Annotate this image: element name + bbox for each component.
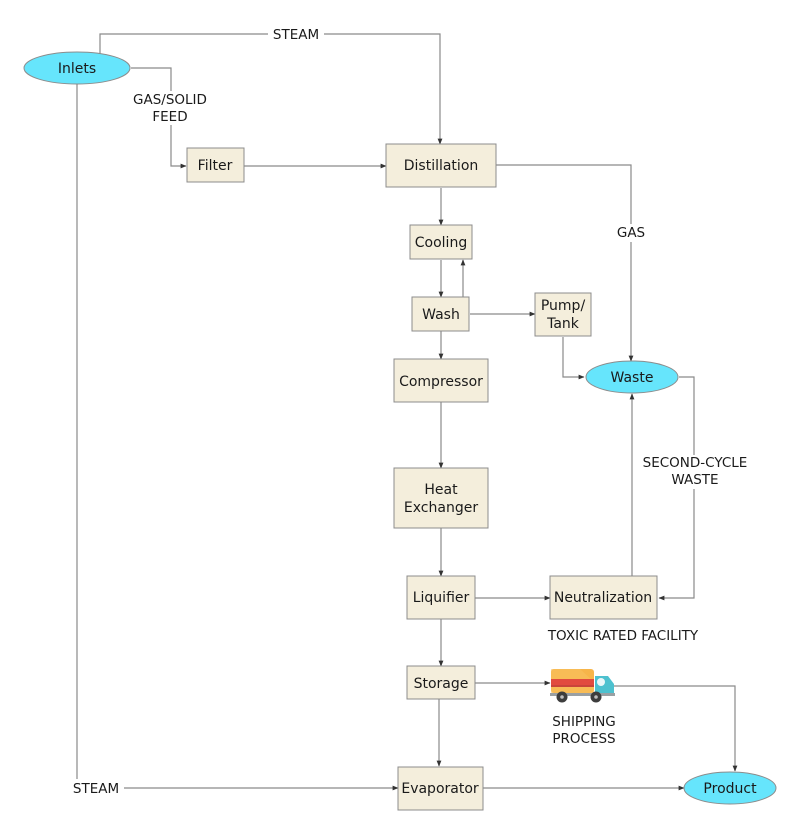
product-label: Product <box>703 781 757 797</box>
node-heat-exchanger[interactable]: Heat Exchanger <box>393 467 489 529</box>
inlets-label: Inlets <box>58 61 96 77</box>
edge-shipping-product <box>614 685 738 772</box>
gas-solid-feed-label-line1: GAS/SOLID <box>133 92 207 108</box>
edge-inlets-evaporator <box>76 84 399 791</box>
gas-solid-feed-label-line2: FEED <box>152 109 187 125</box>
shipping-label-line1: SHIPPING <box>552 714 616 730</box>
second-cycle-label-line2: WASTE <box>671 472 718 488</box>
node-cooling[interactable]: Cooling <box>409 224 473 260</box>
node-product[interactable]: Product <box>683 771 777 805</box>
node-wash[interactable]: Wash <box>411 296 470 332</box>
second-cycle-label-line1: SECOND-CYCLE <box>643 455 748 471</box>
node-neutralization[interactable]: Neutralization <box>549 575 658 620</box>
filter-label: Filter <box>198 158 233 174</box>
node-filter[interactable]: Filter <box>186 147 245 183</box>
heat-exchanger-label-line1: Heat <box>424 482 458 498</box>
heat-exchanger-shape[interactable] <box>393 467 489 529</box>
neutralization-label: Neutralization <box>554 590 652 606</box>
heat-exchanger-label-line2: Exchanger <box>404 500 478 516</box>
pump-tank-label-line1: Pump/ <box>541 298 586 314</box>
distillation-label: Distillation <box>404 158 479 174</box>
node-pump-tank[interactable]: Pump/ Tank <box>534 292 592 337</box>
process-flow-diagram: STEAM GAS/SOLID FEED GAS SECOND-CYCLE WA… <box>23 26 777 811</box>
steam-bottom-label: STEAM <box>73 781 119 797</box>
toxic-rated-facility-label: TOXIC RATED FACILITY <box>547 628 699 644</box>
node-waste[interactable]: Waste <box>585 360 679 394</box>
pump-tank-label-line2: Tank <box>546 316 580 332</box>
shipping-label-line2: PROCESS <box>552 731 615 747</box>
gas-label: GAS <box>617 225 645 241</box>
truck-icon[interactable] <box>550 669 615 703</box>
storage-label: Storage <box>414 676 469 692</box>
wash-label: Wash <box>422 307 460 323</box>
node-storage[interactable]: Storage <box>406 665 476 700</box>
node-compressor[interactable]: Compressor <box>393 358 489 403</box>
compressor-label: Compressor <box>399 374 483 390</box>
evaporator-label: Evaporator <box>401 781 479 797</box>
waste-label: Waste <box>611 370 654 386</box>
node-inlets[interactable]: Inlets <box>23 51 131 85</box>
edge-pump-waste <box>562 337 585 380</box>
edge-inlets-distillation <box>99 33 443 145</box>
cooling-label: Cooling <box>415 235 467 251</box>
node-liquifier[interactable]: Liquifier <box>406 575 476 620</box>
node-distillation[interactable]: Distillation <box>385 143 497 188</box>
node-evaporator[interactable]: Evaporator <box>397 766 484 811</box>
steam-top-label: STEAM <box>273 27 319 43</box>
liquifier-label: Liquifier <box>413 590 470 606</box>
